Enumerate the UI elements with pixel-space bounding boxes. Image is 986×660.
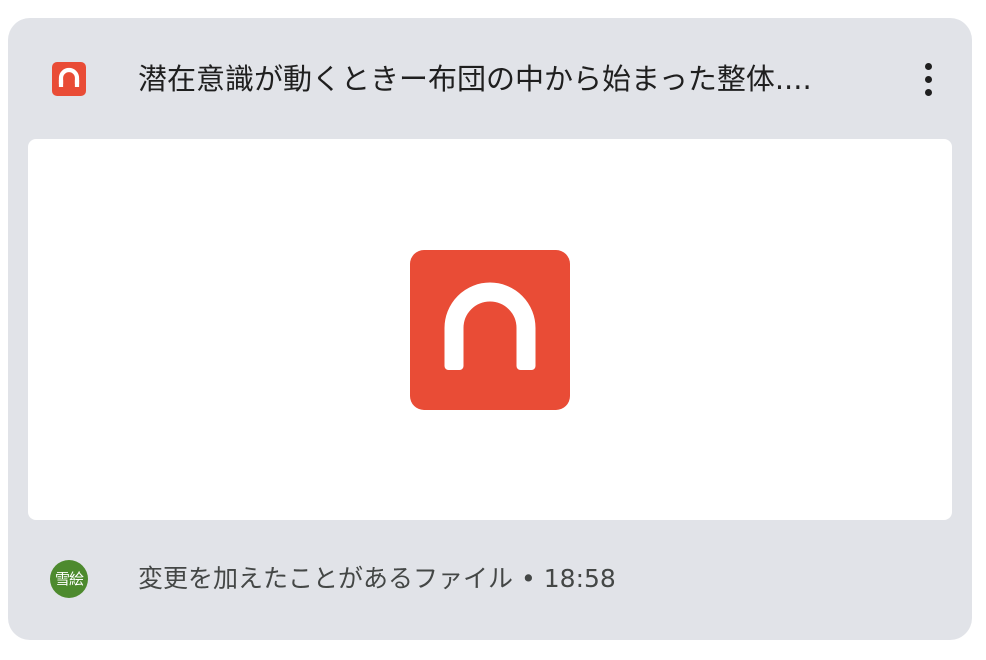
more-vert-icon-dot — [924, 88, 932, 96]
file-title[interactable]: 潜在意識が動くときー布団の中から始まった整体.... — [138, 56, 898, 102]
more-vert-icon — [924, 62, 932, 70]
separator: • — [521, 564, 536, 593]
headphones-icon — [410, 250, 570, 410]
more-vert-icon-dot — [924, 75, 932, 83]
modified-time: 18:58 — [543, 564, 616, 593]
more-options-button[interactable] — [906, 54, 950, 104]
headphones-icon — [52, 62, 86, 96]
file-preview-thumbnail[interactable] — [28, 139, 952, 520]
activity-meta: 変更を加えたことがあるファイル • 18:58 — [138, 558, 616, 600]
card-footer: 雪絵 変更を加えたことがあるファイル • 18:58 — [8, 548, 972, 608]
card-header: 潜在意識が動くときー布団の中から始まった整体.... — [8, 18, 972, 138]
activity-reason: 変更を加えたことがあるファイル — [138, 564, 514, 593]
avatar[interactable]: 雪絵 — [50, 560, 88, 598]
file-card[interactable]: 潜在意識が動くときー布団の中から始まった整体.... 雪絵 変更を加えたことがあ… — [8, 18, 972, 640]
